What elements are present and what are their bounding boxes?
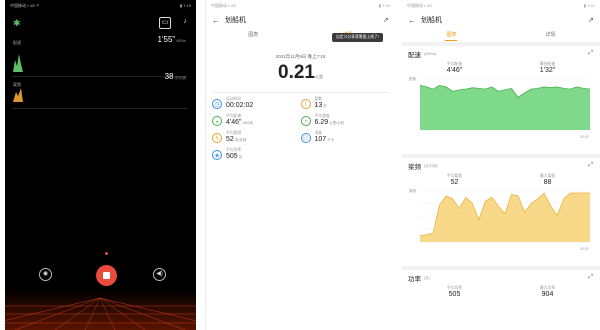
avg-power-value: 505: [448, 291, 461, 298]
status-bar: 中国移动 ▪ 4G ⁿ⁶ ▮ 7:19: [5, 0, 196, 12]
share-tooltip[interactable]: 自定义分享背景图上线了!: [332, 33, 383, 42]
status-time: ▮ 7:19: [179, 3, 191, 8]
page-title: 划船机: [421, 17, 442, 24]
expand-icon[interactable]: ⤢: [588, 162, 593, 169]
card-title: 配速 (/500m): [408, 52, 437, 59]
screen-mode-icon[interactable]: ▭: [159, 17, 171, 29]
stat-item: ◔ 平均速度 6.29公里/小时: [300, 114, 390, 126]
divider: [212, 92, 389, 93]
stat-item: ⚇ 消耗 107千卡: [300, 131, 390, 143]
status-carrier: 中国移动 ▪ 4G: [211, 3, 236, 8]
power-chart-card: 功率 (瓦) ⤢ 平均功率 505 最大功率 904: [402, 270, 600, 330]
card-summary: 平均桨频 52 最大桨频 88: [408, 174, 594, 186]
status-carrier: 中国移动 ▪ 4G ⁿ⁶: [10, 3, 40, 8]
x-axis-end-label: 02:02: [580, 135, 589, 139]
expand-icon[interactable]: ⤢: [588, 274, 593, 281]
stat-value: 107千卡: [314, 136, 335, 143]
back-arrow-icon[interactable]: ←: [212, 16, 220, 25]
y-axis-label: 桨频: [409, 188, 417, 193]
app-header: ← 划船机 ⇗: [206, 12, 395, 28]
workout-date: 2021年11月9日 晚上7:18: [275, 54, 326, 59]
status-carrier: 中国移动 ▪ 4G: [407, 3, 432, 8]
x-axis-end-label: 02:02: [580, 247, 589, 251]
speed-icon: ◒: [212, 116, 222, 126]
tab-bar: 图表 详情: [402, 28, 600, 42]
rate-value: 38次/分钟: [164, 72, 186, 81]
stat-item: ◷ 运动时间 00:02:02: [212, 97, 301, 109]
calorie-icon: ⚇: [300, 133, 311, 143]
series-area: [420, 193, 590, 242]
max-power-value: 904: [541, 291, 554, 298]
stats-grid: ◷ 运动时间 00:02:02 ⌇ 桨数 13次 ◒ 平均配速 4'46"/500米 ◔ 平均速度 6…: [206, 97, 395, 160]
settings-icon[interactable]: ✱: [13, 18, 23, 28]
pace-area-chart: 配速 02:02: [409, 76, 591, 139]
page-indicator-dot: [105, 252, 108, 255]
series-area: [420, 85, 590, 130]
workout-detail-screen: 中国移动 ▪ 4G ▮ 7:19 ← 划船机 ⇗ 图表 详情 自定义分享背景图上…: [205, 0, 395, 330]
lock-icon[interactable]: ◉: [39, 268, 52, 281]
floor-glow-graphic: [5, 290, 196, 330]
stat-value: 00:02:02: [226, 102, 254, 109]
total-distance: 0.21公里: [278, 62, 323, 83]
pace-label: 配速: [13, 40, 21, 45]
status-time: ▮ 7:19: [378, 3, 390, 8]
pace-sparkline: [13, 54, 23, 72]
header-area: 中国移动 ▪ 4G ▮ 7:21 ← 划船机 ⇗ 图表 详情: [402, 0, 600, 42]
tab-detail[interactable]: 详情: [501, 28, 600, 42]
stat-value: 13次: [314, 102, 327, 109]
power-icon: ◈: [212, 150, 222, 160]
active-tab-underline: [445, 40, 457, 41]
stat-value: 505瓦: [226, 153, 243, 160]
card-summary: 平均配速 4'46" 最快配速 1'32": [408, 62, 594, 74]
pace-chart-card: 配速 (/500m) ⤢ 平均配速 4'46" 最快配速 1'32" 配速 02:02: [402, 46, 600, 154]
rate-sparkline: [13, 88, 23, 102]
divider: [13, 76, 187, 77]
speedometer-icon: ◔: [300, 116, 311, 126]
y-axis-label: 配速: [409, 76, 417, 81]
status-bar: 中国移动 ▪ 4G ▮ 7:19: [206, 0, 395, 12]
stat-item: ⌇ 桨数 13次: [300, 97, 390, 109]
paddle-icon: ⌇: [300, 99, 311, 109]
share-icon[interactable]: ⇗: [383, 16, 389, 24]
card-title: 桨频 (次/分钟): [408, 163, 438, 172]
stat-item: ϟ 平均桨频 52次/分钟: [212, 131, 301, 143]
card-title: 功率 (瓦): [408, 275, 430, 284]
sound-icon[interactable]: ◀): [153, 268, 166, 281]
stat-item: ◈ 平均功率 505瓦: [212, 148, 301, 160]
stop-button[interactable]: [96, 265, 117, 286]
status-bar: 中国移动 ▪ 4G ▮ 7:21: [402, 0, 600, 12]
workout-chart-screen: 中国移动 ▪ 4G ▮ 7:21 ← 划船机 ⇗ 图表 详情 配速 (/500m)…: [402, 0, 600, 330]
stroke-rate-chart-card: 桨频 (次/分钟) ⤢ 平均桨频 52 最大桨频 88 桨频 02:02: [402, 158, 600, 266]
avg-rate-value: 52: [450, 179, 459, 186]
stat-value: 4'46"/500米: [226, 119, 253, 126]
pace-value: 1'55"/500m: [157, 35, 186, 44]
stat-value: 6.29公里/小时: [314, 119, 345, 126]
stroke-rate-area-chart: 桨频 02:02: [409, 188, 590, 251]
card-summary: 平均功率 505 最大功率 904: [408, 286, 594, 298]
stat-item: ◒ 平均配速 4'46"/500米: [212, 114, 301, 126]
bolt-icon: ϟ: [212, 133, 222, 143]
page-title: 划船机: [225, 17, 246, 24]
divider: [13, 108, 187, 109]
screenshot-collage: 中国移动 ▪ 4G ⁿ⁶ ▮ 7:19 ✱ ▭ ♪ 配速 1'55"/500m …: [0, 0, 600, 330]
best-pace-value: 1'32": [539, 67, 556, 74]
max-rate-value: 88: [543, 179, 552, 186]
avg-pace-value: 4'46": [446, 67, 463, 74]
stat-value: 52次/分钟: [226, 136, 247, 143]
workout-live-screen: 中国移动 ▪ 4G ⁿ⁶ ▮ 7:19 ✱ ▭ ♪ 配速 1'55"/500m …: [5, 0, 196, 330]
status-time: ▮ 7:21: [583, 3, 595, 8]
music-icon[interactable]: ♪: [179, 17, 191, 29]
back-arrow-icon[interactable]: ←: [408, 16, 416, 25]
expand-icon[interactable]: ⤢: [588, 50, 593, 57]
clock-icon: ◷: [212, 99, 222, 109]
share-icon[interactable]: ⇗: [588, 16, 594, 24]
app-header: ← 划船机 ⇗: [402, 12, 600, 28]
tab-chart[interactable]: 图表: [206, 28, 301, 42]
